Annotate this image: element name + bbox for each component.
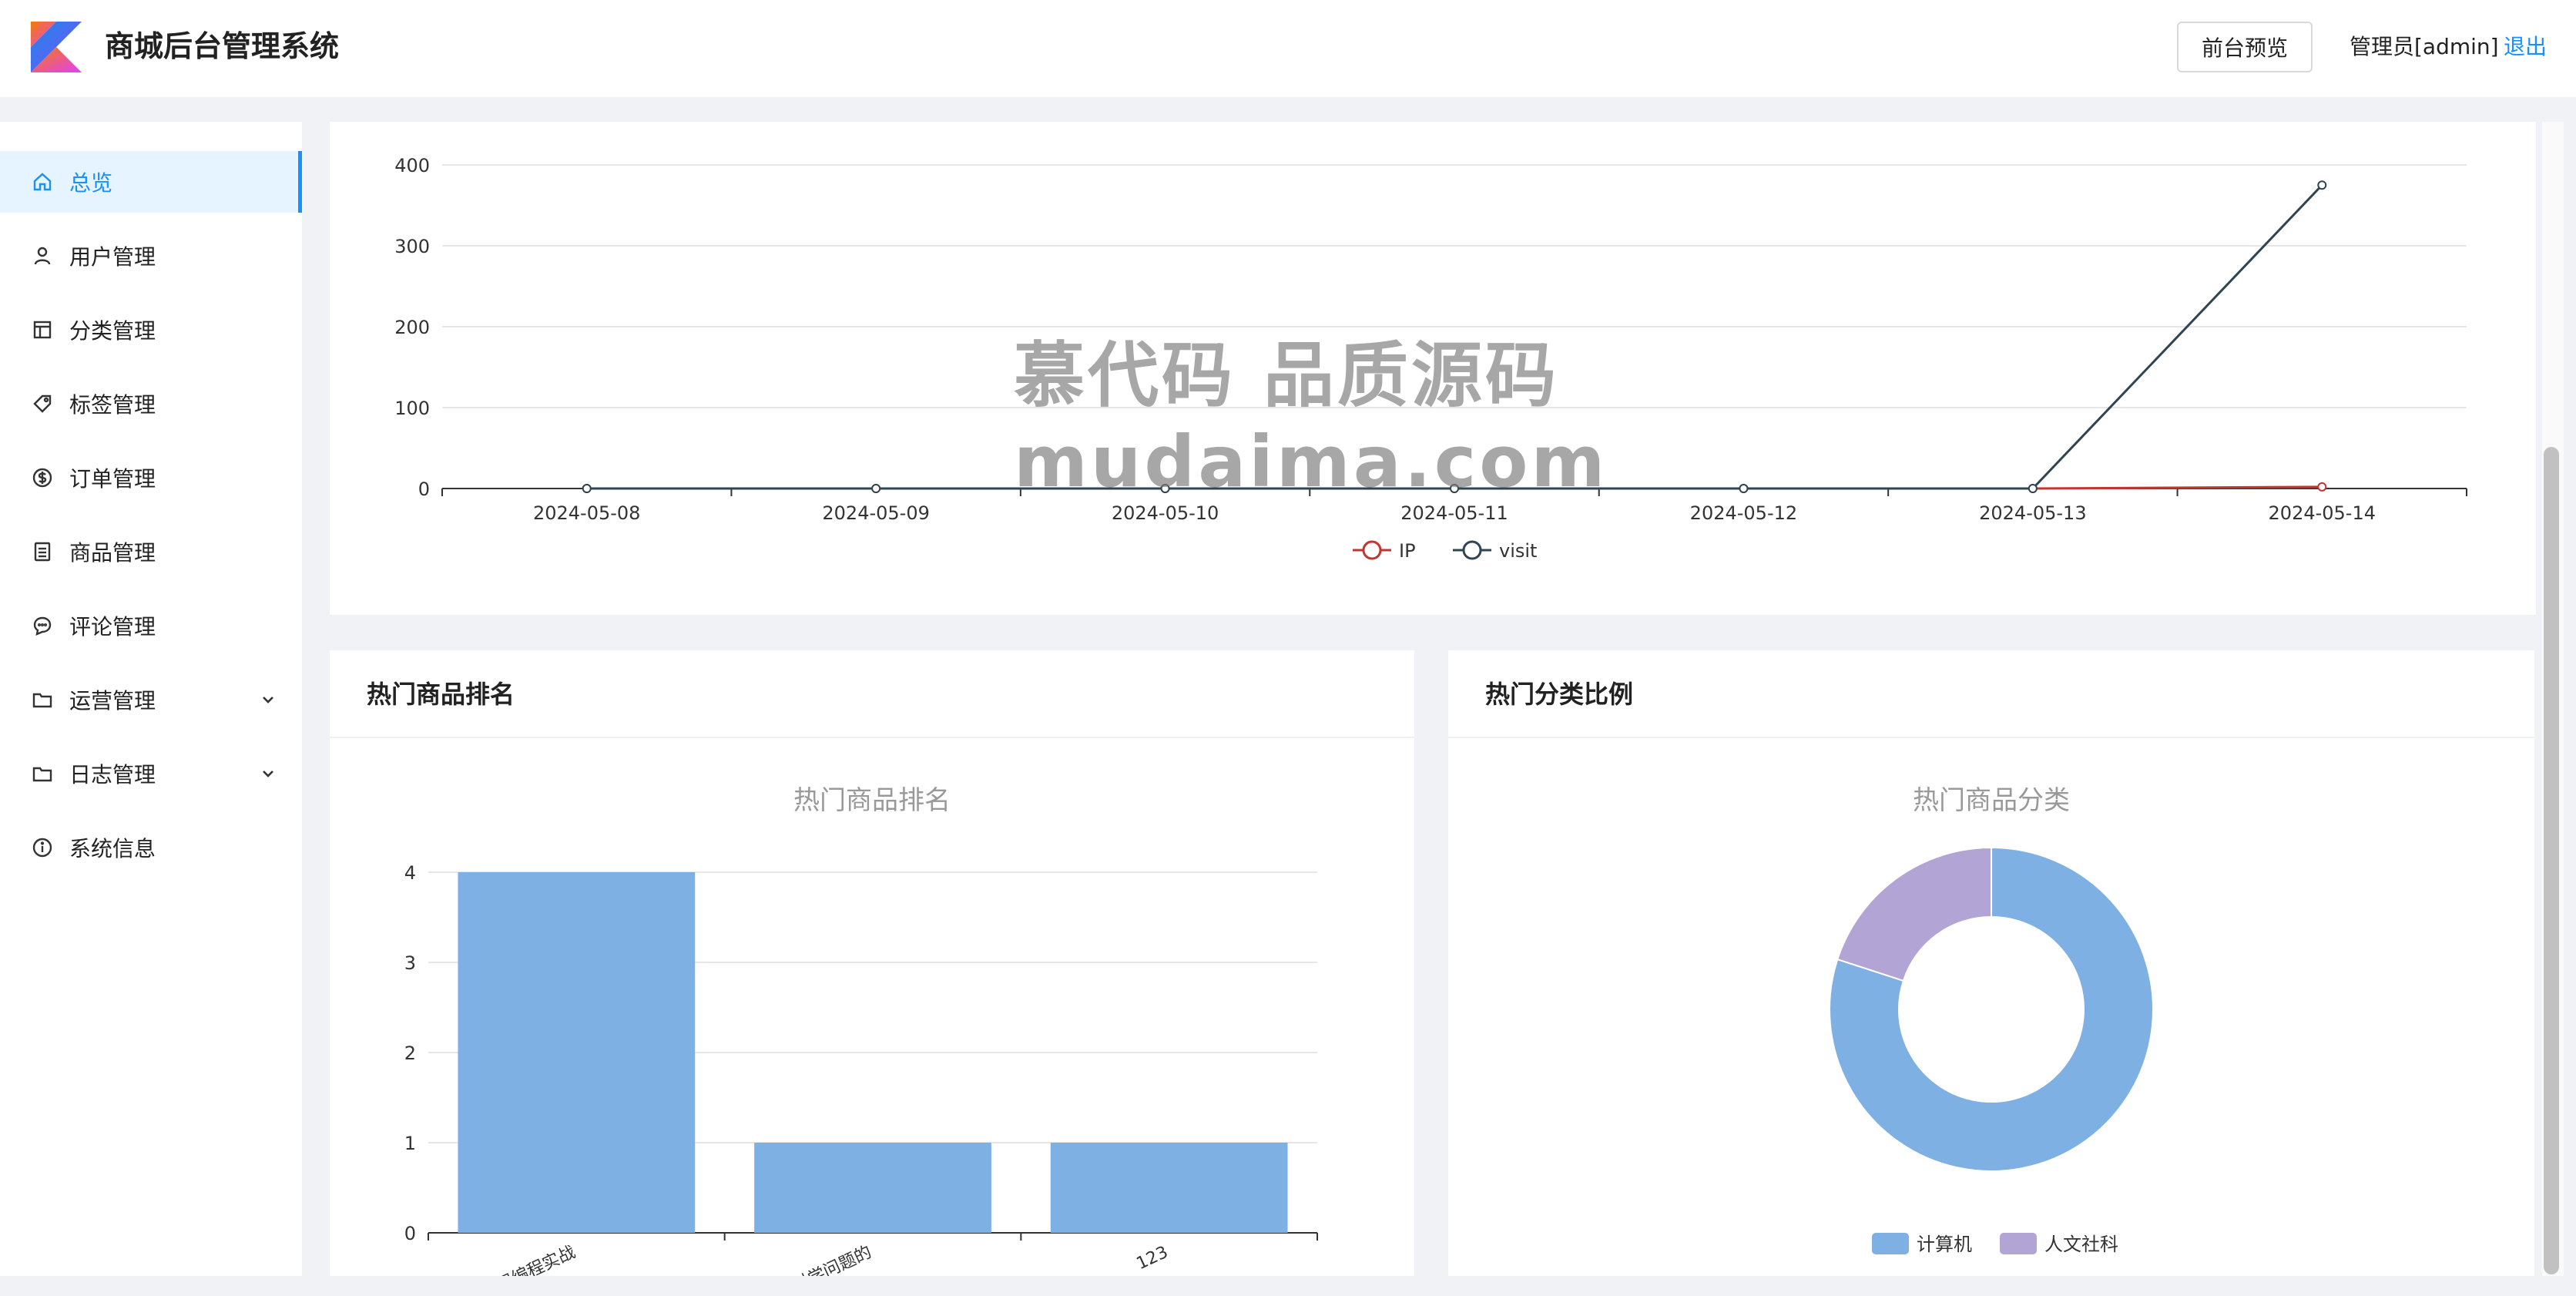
sidebar-item-system-info[interactable]: 系统信息 — [0, 817, 302, 878]
data-point — [2317, 482, 2327, 492]
chevron-down-icon[interactable] — [259, 764, 277, 783]
legend-swatch — [2000, 1233, 2037, 1254]
x-tick-label: 2024-05-14 — [2269, 502, 2376, 524]
sidebar-item-label: 总览 — [69, 170, 113, 196]
data-point — [2028, 484, 2038, 493]
pie-slice — [1836, 846, 1992, 982]
info-icon — [31, 836, 54, 859]
sidebar: 总览 用户管理 分类管理 标签管理 订单管理 商品管理 评论管理 运营管理 日志… — [0, 122, 302, 1276]
layout-icon — [31, 318, 54, 341]
legend-label: 人文社科 — [2044, 1234, 2118, 1255]
legend-marker — [1462, 540, 1482, 560]
x-tick-label: 2024-05-10 — [1112, 502, 1219, 524]
legend-swatch — [1872, 1233, 1909, 1254]
sidebar-item-orders[interactable]: 订单管理 — [0, 447, 302, 509]
frontend-preview-button[interactable]: 前台预览 — [2177, 22, 2313, 72]
sidebar-item-logs[interactable]: 日志管理 — [0, 743, 302, 804]
home-icon — [31, 170, 54, 193]
y-tick-label: 300 — [394, 236, 430, 257]
bar — [458, 872, 696, 1233]
comment-icon — [31, 614, 54, 637]
sidebar-item-categories[interactable]: 分类管理 — [0, 299, 302, 361]
hot-categories-donut-chart: 热门商品分类计算机 人文社科 — [1829, 785, 2154, 1255]
chart-title: 热门商品排名 — [793, 785, 951, 816]
kotlin-logo-icon — [31, 22, 82, 72]
y-tick-label: 1 — [404, 1133, 416, 1154]
panel-header: 热门分类比例 — [1448, 650, 2534, 738]
x-tick-label: 2024-05-11 — [1400, 502, 1508, 524]
hot-products-panel: 热门商品排名 热门商品排名 0 1 2 3 4 发程编程实战 的科学问题的 123 — [330, 650, 1414, 1276]
sidebar-item-label: 商品管理 — [69, 540, 156, 566]
sidebar-item-users[interactable]: 用户管理 — [0, 225, 302, 287]
data-point — [1739, 484, 1749, 493]
sidebar-item-tags[interactable]: 标签管理 — [0, 373, 302, 435]
sidebar-item-label: 运营管理 — [69, 688, 156, 713]
chevron-down-icon[interactable] — [259, 690, 277, 709]
folder-icon — [31, 688, 54, 711]
panel-title: 热门分类比例 — [1485, 680, 1634, 709]
watermark-line: mudaima.com — [1014, 421, 1608, 503]
bar — [754, 1143, 991, 1233]
dollar-icon — [31, 466, 54, 489]
top-header: 商城后台管理系统 前台预览 管理员[admin] 退出 — [0, 0, 2576, 97]
sidebar-item-overview[interactable]: 总览 — [0, 151, 302, 213]
y-tick-label: 200 — [394, 317, 430, 338]
list-icon — [31, 540, 54, 563]
y-tick-label: 4 — [404, 862, 416, 884]
x-tick-label: 2024-05-08 — [533, 502, 640, 524]
sidebar-item-label: 标签管理 — [69, 392, 156, 418]
data-point — [2317, 180, 2327, 190]
x-tick-label: 的科学问题的 — [774, 1243, 874, 1276]
sidebar-item-label: 评论管理 — [69, 614, 156, 640]
legend-label: 计算机 — [1917, 1234, 1972, 1255]
user-icon — [31, 244, 54, 267]
watermark-line: 慕代码 品质源码 — [1014, 334, 1560, 417]
y-tick-label: 100 — [394, 398, 430, 419]
x-tick-label: 2024-05-09 — [822, 502, 929, 524]
sidebar-item-products[interactable]: 商品管理 — [0, 521, 302, 583]
scrollbar-thumb[interactable] — [2544, 447, 2559, 1274]
sidebar-item-label: 分类管理 — [69, 318, 156, 344]
watermark: 慕代码 品质源码 mudaima.com — [1014, 333, 1608, 505]
folder-icon — [31, 762, 54, 785]
y-tick-label: 2 — [404, 1043, 416, 1064]
x-tick-label: 发程编程实战 — [478, 1243, 579, 1276]
x-tick-label: 2024-05-12 — [1690, 502, 1797, 524]
data-point — [871, 484, 881, 493]
x-tick-label: 2024-05-13 — [1979, 502, 2086, 524]
admin-label: 管理员[admin] — [2350, 34, 2499, 59]
logout-link[interactable]: 退出 — [2504, 31, 2547, 63]
bar — [1050, 1143, 1288, 1233]
panel-title: 热门商品排名 — [367, 680, 515, 709]
sidebar-item-comments[interactable]: 评论管理 — [0, 595, 302, 656]
x-tick-label: 123 — [1134, 1243, 1172, 1274]
sidebar-item-label: 日志管理 — [69, 762, 156, 787]
sidebar-item-label: 用户管理 — [69, 244, 156, 270]
legend-label: IP — [1399, 540, 1416, 562]
sidebar-item-label: 系统信息 — [69, 836, 156, 861]
y-tick-label: 0 — [418, 478, 430, 500]
y-tick-label: 3 — [404, 952, 416, 974]
hot-products-bar-chart: 热门商品排名01234发程编程实战 的科学问题的 123 — [404, 785, 1318, 1276]
data-point — [582, 484, 592, 493]
legend-marker — [1362, 540, 1382, 560]
y-tick-label: 0 — [404, 1223, 416, 1244]
app-title: 商城后台管理系统 — [105, 29, 340, 63]
legend-label: visit — [1499, 540, 1537, 562]
sidebar-item-operations[interactable]: 运营管理 — [0, 669, 302, 730]
hot-categories-panel: 热门分类比例 热门商品分类计算机 人文社科 — [1448, 650, 2534, 1276]
tag-icon — [31, 392, 54, 415]
panel-header: 热门商品排名 — [330, 650, 1414, 738]
y-tick-label: 400 — [394, 155, 430, 176]
chart-title: 热门商品分类 — [1913, 785, 2070, 816]
sidebar-item-label: 订单管理 — [69, 466, 156, 492]
